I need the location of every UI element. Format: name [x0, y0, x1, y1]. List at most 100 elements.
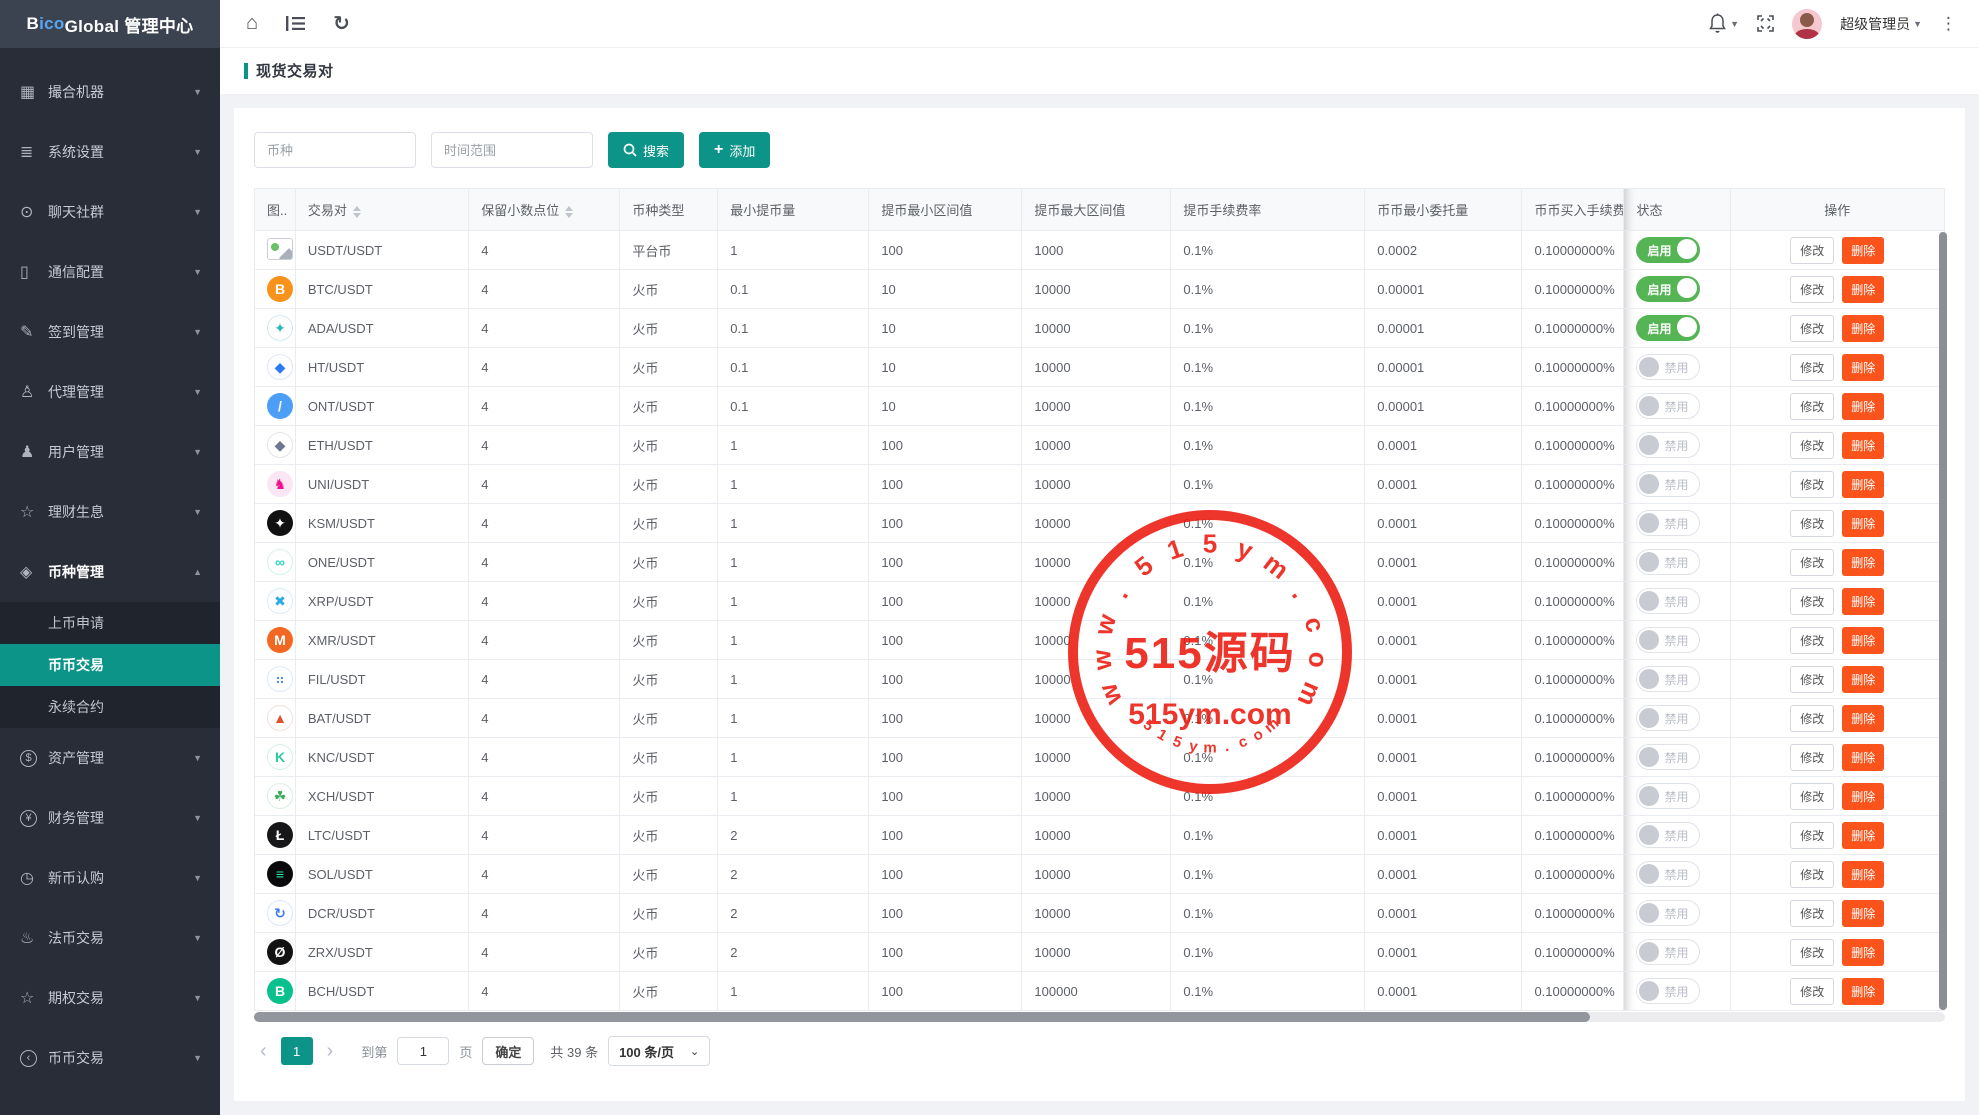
sidebar-item[interactable]: ◷新币认购▼: [0, 848, 220, 908]
status-toggle[interactable]: 禁用: [1636, 783, 1700, 809]
sidebar-item[interactable]: ▯通信配置▼: [0, 242, 220, 302]
status-toggle[interactable]: 禁用: [1636, 939, 1700, 965]
status-toggle[interactable]: 禁用: [1636, 666, 1700, 692]
delete-button[interactable]: 删除: [1842, 900, 1884, 927]
edit-button[interactable]: 修改: [1790, 783, 1834, 810]
edit-button[interactable]: 修改: [1790, 666, 1834, 693]
vertical-scrollbar-thumb[interactable]: [1939, 232, 1947, 1010]
sidebar-subitem[interactable]: 上币申请: [0, 602, 220, 644]
page-size-select[interactable]: 100 条/页 ⌄: [608, 1036, 710, 1066]
search-button[interactable]: 搜索: [608, 132, 684, 168]
status-toggle[interactable]: 禁用: [1636, 588, 1700, 614]
goto-page-input[interactable]: [397, 1037, 449, 1065]
delete-button[interactable]: 删除: [1842, 393, 1884, 420]
delete-button[interactable]: 删除: [1842, 549, 1884, 576]
status-toggle[interactable]: 禁用: [1636, 393, 1700, 419]
delete-button[interactable]: 删除: [1842, 861, 1884, 888]
page-number-button[interactable]: 1: [281, 1037, 313, 1065]
sidebar-item[interactable]: ♨法币交易▼: [0, 908, 220, 968]
delete-button[interactable]: 删除: [1842, 666, 1884, 693]
edit-button[interactable]: 修改: [1790, 471, 1834, 498]
horizontal-scrollbar-thumb[interactable]: [254, 1012, 1590, 1022]
refresh-icon[interactable]: ↻: [333, 11, 350, 36]
sidebar-subitem[interactable]: 币币交易: [0, 644, 220, 686]
sort-icon[interactable]: [565, 206, 573, 218]
date-range-input[interactable]: [431, 132, 593, 168]
status-toggle[interactable]: 禁用: [1636, 510, 1700, 536]
edit-button[interactable]: 修改: [1790, 276, 1834, 303]
edit-button[interactable]: 修改: [1790, 978, 1834, 1005]
edit-button[interactable]: 修改: [1790, 510, 1834, 537]
goto-confirm-button[interactable]: 确定: [482, 1037, 534, 1065]
fullscreen-icon[interactable]: [1757, 15, 1774, 32]
sidebar-item[interactable]: ♟用户管理▼: [0, 422, 220, 482]
sidebar-item[interactable]: $资产管理▼: [0, 728, 220, 788]
status-toggle[interactable]: 禁用: [1636, 861, 1700, 887]
edit-button[interactable]: 修改: [1790, 315, 1834, 342]
delete-button[interactable]: 删除: [1842, 783, 1884, 810]
edit-button[interactable]: 修改: [1790, 900, 1834, 927]
delete-button[interactable]: 删除: [1842, 744, 1884, 771]
delete-button[interactable]: 删除: [1842, 588, 1884, 615]
delete-button[interactable]: 删除: [1842, 510, 1884, 537]
column-header[interactable]: 交易对: [295, 189, 468, 231]
delete-button[interactable]: 删除: [1842, 627, 1884, 654]
next-page-button[interactable]: ›: [323, 1041, 338, 1061]
delete-button[interactable]: 删除: [1842, 276, 1884, 303]
sidebar-item[interactable]: ☆期权交易▼: [0, 968, 220, 1028]
add-button[interactable]: + 添加: [699, 132, 770, 168]
edit-button[interactable]: 修改: [1790, 822, 1834, 849]
edit-button[interactable]: 修改: [1790, 861, 1834, 888]
edit-button[interactable]: 修改: [1790, 393, 1834, 420]
status-toggle[interactable]: 启用: [1636, 276, 1700, 302]
status-toggle[interactable]: 禁用: [1636, 705, 1700, 731]
column-header[interactable]: 保留小数点位: [469, 189, 620, 231]
coin-filter-input[interactable]: [254, 132, 416, 168]
home-icon[interactable]: ⌂: [246, 12, 258, 35]
edit-button[interactable]: 修改: [1790, 354, 1834, 381]
status-toggle[interactable]: 启用: [1636, 315, 1700, 341]
sidebar-subitem[interactable]: 永续合约: [0, 686, 220, 728]
sidebar-item[interactable]: ◈币种管理▲: [0, 542, 220, 602]
prev-page-button[interactable]: ‹: [256, 1041, 271, 1061]
notification-bell-icon[interactable]: ▼: [1708, 13, 1739, 34]
delete-button[interactable]: 删除: [1842, 354, 1884, 381]
sidebar-item[interactable]: ⊙聊天社群▼: [0, 182, 220, 242]
edit-button[interactable]: 修改: [1790, 549, 1834, 576]
delete-button[interactable]: 删除: [1842, 237, 1884, 264]
status-toggle[interactable]: 禁用: [1636, 471, 1700, 497]
status-toggle[interactable]: 禁用: [1636, 549, 1700, 575]
status-toggle[interactable]: 禁用: [1636, 822, 1700, 848]
delete-button[interactable]: 删除: [1842, 978, 1884, 1005]
sidebar-item[interactable]: ≣系统设置▼: [0, 122, 220, 182]
delete-button[interactable]: 删除: [1842, 432, 1884, 459]
sort-icon[interactable]: [353, 206, 361, 218]
sidebar-item[interactable]: ☆理财生息▼: [0, 482, 220, 542]
sidebar-item[interactable]: ▦撮合机器▼: [0, 62, 220, 122]
more-options-icon[interactable]: ⋮: [1940, 14, 1957, 34]
edit-button[interactable]: 修改: [1790, 705, 1834, 732]
edit-button[interactable]: 修改: [1790, 588, 1834, 615]
edit-button[interactable]: 修改: [1790, 432, 1834, 459]
status-toggle[interactable]: 禁用: [1636, 432, 1700, 458]
delete-button[interactable]: 删除: [1842, 471, 1884, 498]
delete-button[interactable]: 删除: [1842, 705, 1884, 732]
edit-button[interactable]: 修改: [1790, 744, 1834, 771]
status-toggle[interactable]: 禁用: [1636, 627, 1700, 653]
sidebar-item[interactable]: ✎签到管理▼: [0, 302, 220, 362]
status-toggle[interactable]: 启用: [1636, 237, 1700, 263]
status-toggle[interactable]: 禁用: [1636, 900, 1700, 926]
sidebar-item[interactable]: ‹币币交易▼: [0, 1028, 220, 1088]
sidebar-item[interactable]: ♙代理管理▼: [0, 362, 220, 422]
delete-button[interactable]: 删除: [1842, 822, 1884, 849]
status-toggle[interactable]: 禁用: [1636, 978, 1700, 1004]
delete-button[interactable]: 删除: [1842, 939, 1884, 966]
status-toggle[interactable]: 禁用: [1636, 744, 1700, 770]
edit-button[interactable]: 修改: [1790, 939, 1834, 966]
user-menu[interactable]: 超级管理员▼: [1840, 14, 1922, 34]
status-toggle[interactable]: 禁用: [1636, 354, 1700, 380]
edit-button[interactable]: 修改: [1790, 237, 1834, 264]
user-avatar[interactable]: [1792, 9, 1822, 39]
collapse-menu-icon[interactable]: [286, 16, 305, 31]
edit-button[interactable]: 修改: [1790, 627, 1834, 654]
